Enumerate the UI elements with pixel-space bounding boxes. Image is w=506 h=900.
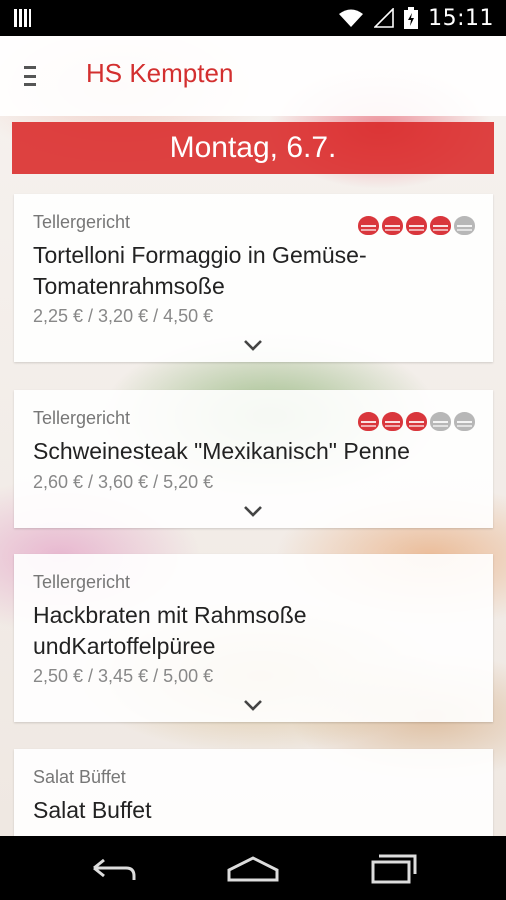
meal-prices: 2,60 € / 3,60 € / 5,20 € (33, 472, 214, 492)
meal-prices: 2,25 € / 3,20 € / 4,50 € (33, 306, 214, 326)
meal-name: Salat Buffet (33, 797, 152, 823)
meal-category: Salat Büffet (33, 767, 126, 787)
app-title: HS Kempten (86, 58, 234, 88)
recents-icon[interactable] (363, 850, 423, 886)
menu-icon[interactable] (24, 66, 46, 86)
rating-filled-icon (406, 216, 427, 235)
rating-empty-icon (454, 412, 475, 431)
meal-name: Hackbraten mit Rahmsoße undKartoffelpüre… (33, 602, 307, 659)
chevron-down-icon[interactable] (243, 338, 263, 352)
date-banner: Montag, 6.7. (12, 122, 494, 174)
status-icons: 15:11 (338, 0, 494, 36)
rating-filled-icon (358, 412, 379, 431)
rating-filled-icon (406, 412, 427, 431)
meal-card[interactable]: Tellergericht Schweinesteak "Mexikanisch… (14, 390, 493, 528)
meal-card[interactable]: Tellergericht Hackbraten mit Rahmsoße un… (14, 554, 493, 722)
signal-icon (374, 8, 394, 28)
rating-filled-icon (382, 412, 403, 431)
status-bar: 15:11 (0, 0, 506, 36)
wifi-icon (339, 9, 364, 27)
rating (358, 216, 475, 235)
rating-filled-icon (358, 216, 379, 235)
home-icon[interactable] (223, 850, 283, 886)
clock-time: 15:11 (428, 5, 494, 31)
chevron-down-icon[interactable] (243, 698, 263, 712)
meal-card[interactable]: Salat Büffet Salat Buffet (14, 749, 493, 836)
rating-empty-icon (430, 412, 451, 431)
meal-name: Tortelloni Formaggio in Gemüse-Tomatenra… (33, 242, 367, 299)
meal-prices: 2,50 € / 3,45 € / 5,00 € (33, 666, 214, 686)
meal-name: Schweinesteak "Mexikanisch" Penne (33, 438, 410, 464)
app-bar: HS Kempten (0, 36, 506, 116)
meal-category: Tellergericht (33, 572, 131, 592)
rating (358, 412, 475, 431)
meal-category: Tellergericht (33, 408, 131, 428)
barcode-icon (14, 9, 31, 27)
rating-filled-icon (382, 216, 403, 235)
meal-category: Tellergericht (33, 212, 131, 232)
rating-empty-icon (454, 216, 475, 235)
rating-filled-icon (430, 216, 451, 235)
chevron-down-icon[interactable] (243, 504, 263, 518)
navigation-bar (0, 836, 506, 900)
back-icon[interactable] (84, 850, 144, 886)
battery-charging-icon (404, 7, 419, 29)
meal-card[interactable]: Tellergericht Tortelloni Formaggio in Ge… (14, 194, 493, 362)
